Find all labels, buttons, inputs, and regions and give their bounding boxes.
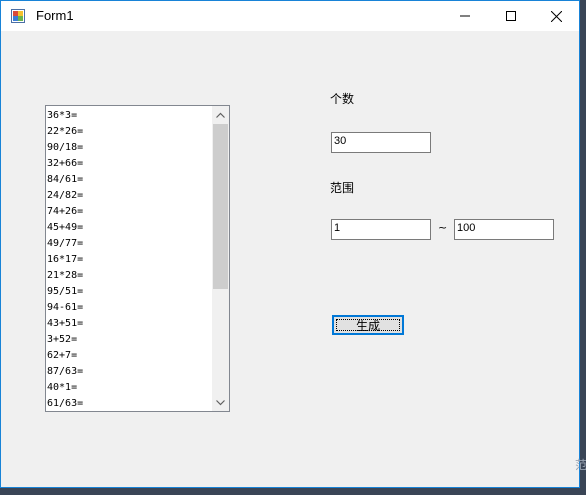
window-title: Form1 [36,8,74,23]
list-item[interactable]: 24/82= [47,188,212,204]
list-item[interactable]: 40*1= [47,380,212,396]
minimize-button[interactable] [442,1,488,31]
list-item[interactable]: 61/63= [47,396,212,411]
list-item[interactable]: 62+7= [47,348,212,364]
list-item[interactable]: 22*26= [47,124,212,140]
list-item[interactable]: 94-61= [47,300,212,316]
generate-button[interactable]: 生成 [332,315,404,335]
list-item[interactable]: 32+66= [47,156,212,172]
main-window: Form1 36*3= 22*26= 90/18= 32+66= 84/61= 24/82… [0,0,580,488]
list-item[interactable]: 95/51= [47,284,212,300]
focus-rectangle [336,319,400,331]
range-label: 范围 [330,181,355,195]
list-item[interactable]: 90/18= [47,140,212,156]
scroll-thumb[interactable] [213,124,228,289]
close-button[interactable] [533,1,579,31]
range-separator: ~ [438,221,448,234]
equation-listbox[interactable]: 36*3= 22*26= 90/18= 32+66= 84/61= 24/82= 74+26… [45,105,230,412]
app-icon [11,9,25,23]
chevron-down-icon [216,399,225,405]
scroll-down-button[interactable] [212,394,229,411]
list-item[interactable]: 49/77= [47,236,212,252]
close-icon [550,10,562,22]
title-bar[interactable]: Form1 [1,1,579,31]
count-input[interactable]: 30 [331,132,431,153]
list-item[interactable]: 74+26= [47,204,212,220]
list-item[interactable]: 87/63= [47,364,212,380]
vertical-scrollbar[interactable] [212,106,229,411]
list-item[interactable]: 3+52= [47,332,212,348]
chevron-up-icon [216,112,225,118]
maximize-icon [506,11,516,21]
range-min-input[interactable]: 1 [331,219,431,240]
maximize-button[interactable] [488,1,534,31]
list-item[interactable]: 45+49= [47,220,212,236]
minimize-icon [460,15,470,17]
list-items-container: 36*3= 22*26= 90/18= 32+66= 84/61= 24/82= 74+26… [47,108,212,411]
list-item[interactable]: 16*17= [47,252,212,268]
count-label: 个数 [330,92,355,106]
list-item[interactable]: 84/61= [47,172,212,188]
list-item[interactable]: 21*28= [47,268,212,284]
range-max-input[interactable]: 100 [454,219,554,240]
list-item[interactable]: 43+51= [47,316,212,332]
scroll-up-button[interactable] [212,106,229,123]
list-item[interactable]: 36*3= [47,108,212,124]
background-window-text: 范 [575,458,586,472]
